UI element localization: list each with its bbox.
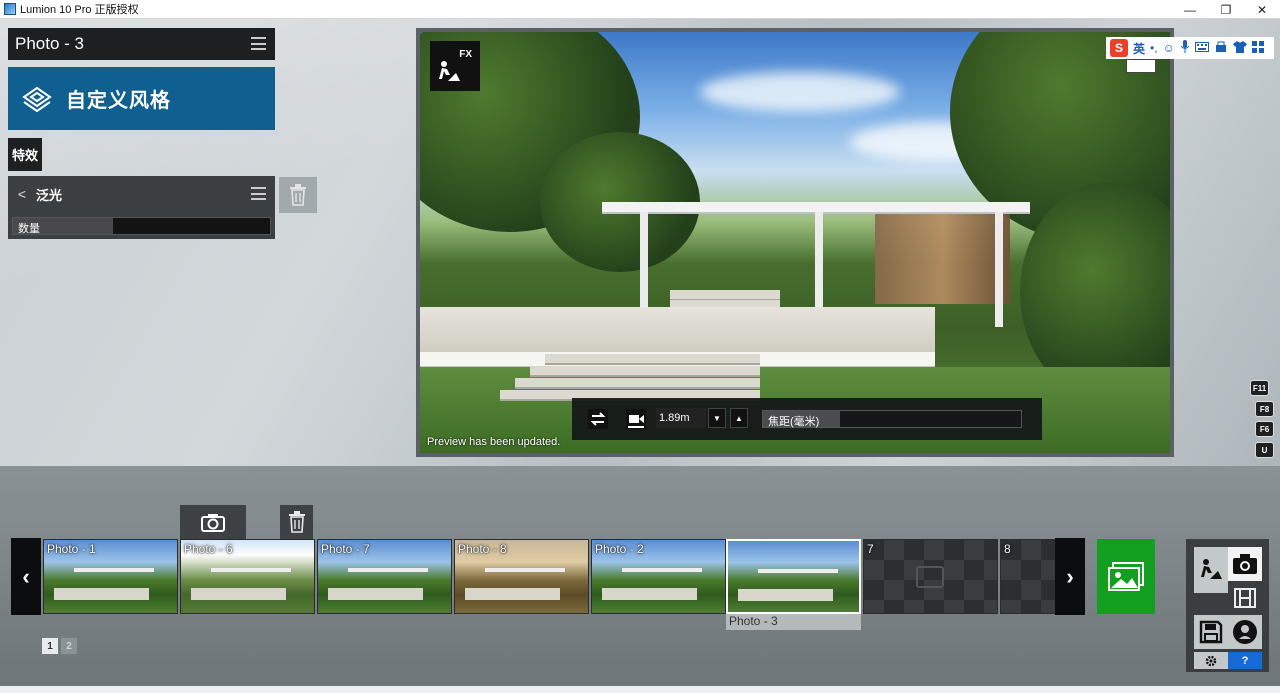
app-icon: [4, 3, 16, 15]
preview-status: Preview has been updated.: [427, 436, 561, 448]
thumbnail-photo-6[interactable]: Photo - 6: [180, 539, 315, 614]
photo-title-bar: Photo - 3: [8, 28, 275, 60]
thumbnail-photo-7[interactable]: Photo - 7: [317, 539, 452, 614]
u-key-button[interactable]: U: [1255, 442, 1274, 458]
build-mode-button[interactable]: [1194, 547, 1228, 593]
bloom-effect-panel: < 泛光 数量: [8, 176, 275, 239]
thumbnail-photo-1[interactable]: Photo - 1: [43, 539, 178, 614]
render-preview[interactable]: FX 1.89m ▼ ▲ 焦距(毫米) Preview has been upd…: [420, 32, 1170, 453]
thumbnail-slot-7[interactable]: 7: [863, 539, 998, 614]
amount-slider-label: 数量: [18, 223, 40, 235]
preview-frame: FX 1.89m ▼ ▲ 焦距(毫米) Preview has been upd…: [416, 28, 1174, 457]
film-icon: [1234, 588, 1256, 608]
thumbnail-label: Photo - 7: [321, 542, 370, 556]
thumbnail-photo-2[interactable]: Photo - 2: [591, 539, 726, 614]
window-controls: — ❐ ✕: [1172, 0, 1280, 19]
movie-mode-button[interactable]: [1228, 581, 1262, 615]
effects-tab[interactable]: 特效: [8, 138, 42, 171]
menu-icon[interactable]: [251, 37, 266, 50]
ime-keyboard-icon[interactable]: [1194, 41, 1209, 55]
ime-toolbar[interactable]: S 英 •, ☺: [1106, 37, 1274, 59]
take-photo-button[interactable]: [180, 505, 246, 539]
worker-icon: [439, 61, 460, 81]
empty-camera-icon: [916, 566, 944, 588]
chevron-left-icon: ‹: [22, 563, 30, 589]
worker-icon: [1201, 559, 1222, 579]
effect-name: 泛光: [36, 187, 63, 203]
effect-header: < 泛光: [8, 176, 275, 212]
chevron-right-icon: ›: [1066, 563, 1074, 589]
style-layers-icon: [22, 86, 52, 112]
photo-title: Photo - 3: [15, 34, 84, 53]
slot-number: 7: [867, 542, 874, 556]
ime-punctuation-icon[interactable]: •,: [1150, 41, 1158, 55]
ime-emoji-icon[interactable]: ☺: [1163, 41, 1175, 55]
footer-strip: [0, 686, 1280, 693]
selected-photo-label: Photo - 3: [726, 614, 861, 630]
maximize-button[interactable]: ❐: [1208, 0, 1244, 19]
amount-slider[interactable]: 数量: [12, 217, 271, 235]
slot-number: 8: [1004, 542, 1011, 556]
ime-logo-icon: S: [1110, 39, 1128, 57]
close-button[interactable]: ✕: [1244, 0, 1280, 19]
save-icon: [1199, 620, 1223, 644]
focal-length-label: 焦距(毫米): [768, 416, 820, 428]
height-up-button[interactable]: ▲: [730, 408, 748, 428]
render-gallery-button[interactable]: [1097, 539, 1155, 614]
height-down-button[interactable]: ▼: [708, 408, 726, 428]
minimize-button[interactable]: —: [1172, 0, 1208, 19]
gear-icon: [1205, 655, 1217, 666]
panorama-icon: [1233, 620, 1257, 644]
thumbnail-slot-8[interactable]: 8: [1000, 539, 1056, 614]
thumbnail-label: Photo - 8: [458, 542, 507, 556]
gallery-icon: [1108, 561, 1144, 591]
fx-label: FX: [459, 49, 472, 60]
thumbnail-photo-8[interactable]: Photo - 8: [454, 539, 589, 614]
page-2-button[interactable]: 2: [61, 638, 77, 654]
thumbnail-label: Photo - 2: [595, 542, 644, 556]
mode-panel: ?: [1186, 539, 1269, 672]
f6-key-button[interactable]: F6: [1255, 421, 1274, 437]
previous-photos-button[interactable]: ‹: [11, 538, 41, 615]
camera-icon: [201, 514, 225, 532]
save-button[interactable]: [1194, 615, 1228, 649]
focal-length-slider[interactable]: 焦距(毫米): [762, 410, 1022, 428]
chevron-left-icon[interactable]: <: [14, 186, 30, 202]
settings-button[interactable]: [1194, 652, 1228, 669]
thumbnail-photo-3[interactable]: [726, 539, 861, 614]
swap-camera-icon[interactable]: [588, 409, 608, 429]
delete-photo-button[interactable]: [280, 505, 313, 539]
ime-status-box: [1126, 59, 1156, 73]
custom-style-label: 自定义风格: [66, 90, 171, 112]
thumbnail-label: Photo - 1: [47, 542, 96, 556]
trash-icon: [288, 511, 305, 533]
360-panorama-button[interactable]: [1228, 615, 1262, 649]
ime-menu-icon[interactable]: [1251, 40, 1264, 56]
page-1-button[interactable]: 1: [42, 638, 58, 654]
thumbnail-label: Photo - 6: [184, 542, 233, 556]
photo-mode-button[interactable]: [1228, 547, 1262, 581]
ime-toolbox-icon[interactable]: [1214, 41, 1228, 56]
effect-menu-icon[interactable]: [251, 187, 266, 200]
f11-key-button[interactable]: F11: [1250, 380, 1269, 396]
ime-voice-icon[interactable]: [1180, 40, 1190, 56]
ime-language[interactable]: 英: [1133, 40, 1145, 57]
f8-key-button[interactable]: F8: [1255, 401, 1274, 417]
next-photos-button[interactable]: ›: [1055, 538, 1085, 615]
trash-icon: [290, 184, 306, 206]
title-bar: Lumion 10 Pro 正版授权 — ❐ ✕: [0, 0, 1280, 19]
fx-button[interactable]: FX: [430, 41, 480, 91]
camera-icon: [1233, 554, 1257, 574]
custom-style-button[interactable]: 自定义风格: [8, 67, 275, 130]
help-button[interactable]: ?: [1228, 652, 1262, 669]
window-title: Lumion 10 Pro 正版授权: [20, 4, 139, 16]
ime-skin-icon[interactable]: [1232, 40, 1247, 56]
video-camera-icon[interactable]: [626, 409, 646, 429]
camera-height-value: 1.89m: [656, 408, 706, 428]
delete-effect-button[interactable]: [279, 177, 317, 213]
camera-bar: 1.89m ▼ ▲ 焦距(毫米): [572, 398, 1042, 440]
